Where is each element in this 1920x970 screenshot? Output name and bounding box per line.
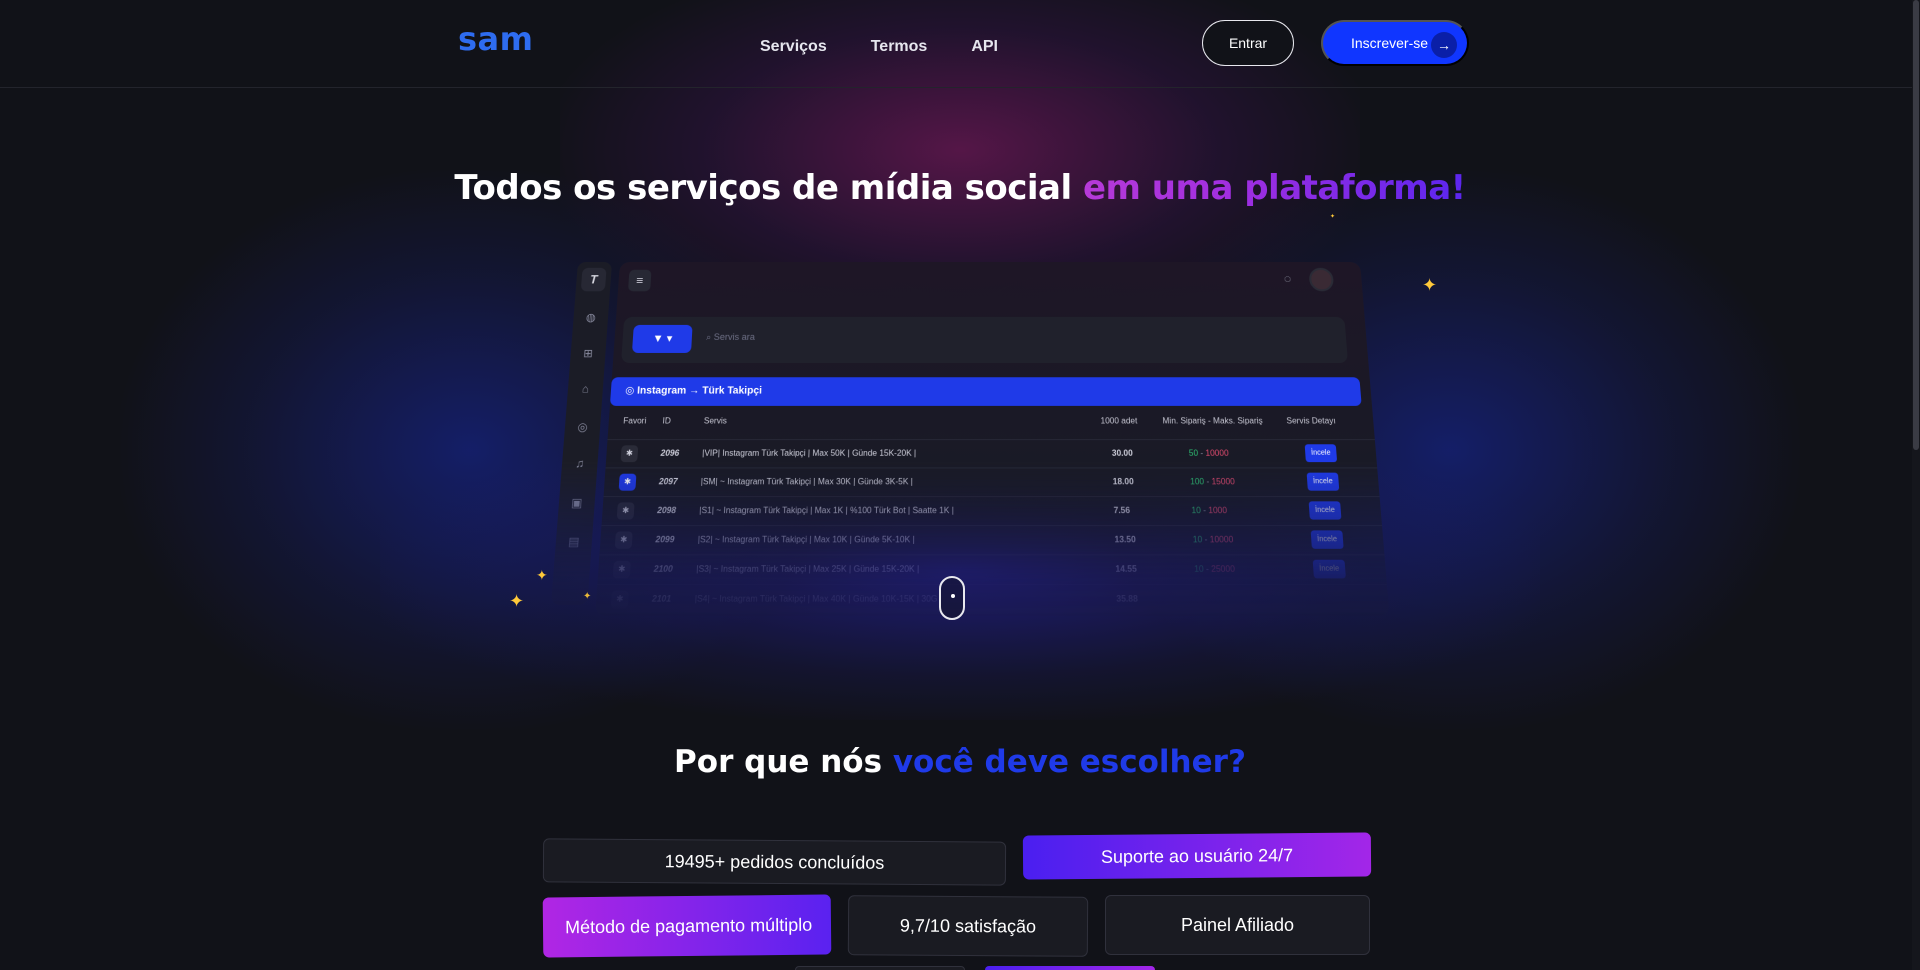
- top-navbar: sam Serviços Termos API Entrar Inscrever…: [0, 0, 1920, 88]
- row-minmax: 50 - 10000: [1188, 448, 1229, 458]
- sparkle-icon: ✦: [1422, 275, 1438, 295]
- feature-payment: Método de pagamento múltiplo: [542, 894, 832, 958]
- row-price: 35.88: [1116, 593, 1138, 604]
- feature-support: Suporte ao usuário 24/7: [1022, 832, 1372, 880]
- page-scrollbar[interactable]: [1912, 0, 1920, 970]
- col-detail: Servis Detayı: [1286, 416, 1336, 426]
- hero-title-plain: Todos os serviços de mídia social: [454, 168, 1083, 208]
- orders-icon: ⌂: [581, 383, 590, 396]
- col-service: Servis: [703, 416, 728, 426]
- col-price: 1000 adet: [1100, 416, 1138, 426]
- preview-logo-icon: T: [580, 267, 607, 292]
- feature-satisfaction: 9,7/10 satisfação: [847, 895, 1089, 957]
- feature-card-partial: [985, 966, 1155, 970]
- filter-icon: ▼ ▾: [631, 324, 693, 353]
- row-minmax: 10 - 1000: [1191, 505, 1228, 516]
- detail-button: İncele: [1304, 444, 1338, 463]
- arrow-right-icon: →: [1431, 32, 1457, 58]
- avatar: [1308, 267, 1335, 292]
- row-price: 18.00: [1112, 476, 1134, 487]
- row-minmax: 100 - 15000: [1189, 476, 1236, 487]
- favorite-icon: ✱: [618, 473, 637, 491]
- col-favorite: Favori: [622, 416, 647, 426]
- row-id: 2100: [653, 564, 673, 575]
- row-id: 2099: [655, 534, 675, 545]
- scroll-down-indicator[interactable]: [939, 576, 965, 620]
- row-price: 30.00: [1111, 448, 1133, 458]
- detail-button: İncele: [1310, 530, 1344, 549]
- hero-title: Todos os serviços de mídia social em uma…: [0, 168, 1920, 208]
- favorite-icon: ✱: [620, 445, 639, 463]
- why-title: Por que nós você deve escolher?: [0, 744, 1920, 780]
- nav-links: Serviços Termos API: [760, 38, 998, 56]
- favorite-icon: ✱: [612, 560, 631, 579]
- nav-link-terms[interactable]: Termos: [871, 38, 928, 56]
- row-price: 14.55: [1115, 564, 1137, 575]
- dashboard-icon: ◍: [585, 311, 597, 324]
- login-button[interactable]: Entrar: [1202, 20, 1294, 66]
- row-service-name: |S1| ~ Instagram Türk Takipçi | Max 1K |…: [699, 505, 954, 516]
- feature-affiliate: Painel Afiliado: [1105, 895, 1370, 955]
- api-icon: ▤: [567, 535, 580, 549]
- table-row: ✱ 2098 |S1| ~ Instagram Türk Takipçi | Max…: [601, 496, 1382, 525]
- row-service-name: |S4| ~ Instagram Türk Takipçi | Max 40K …: [694, 593, 938, 604]
- instagram-icon: ◎: [624, 385, 638, 397]
- col-minmax: Min. Sipariş - Maks. Sipariş: [1162, 416, 1263, 426]
- row-id: 2097: [658, 476, 678, 487]
- detail-button: İncele: [1308, 501, 1342, 520]
- why-title-highlight: você deve escolher?: [892, 744, 1246, 780]
- language-icon: ◌: [1283, 271, 1292, 286]
- brand-logo[interactable]: sam: [458, 20, 533, 58]
- scrollbar-thumb[interactable]: [1913, 0, 1919, 450]
- row-service-name: |SM| ~ Instagram Türk Takipçi | Max 30K …: [700, 476, 913, 487]
- table-row: ✱ 2096 |VIP| Instagram Türk Takipçi | Max …: [605, 439, 1378, 468]
- feature-card-partial: [795, 966, 965, 970]
- row-price: 13.50: [1114, 534, 1136, 545]
- wallet-icon: ◎: [577, 421, 588, 434]
- row-minmax: 10 - 25000: [1193, 564, 1236, 575]
- row-minmax: 10 - 10000: [1192, 534, 1234, 545]
- favorite-icon: ✱: [610, 590, 629, 609]
- detail-button: İncele: [1306, 472, 1340, 491]
- services-icon: ⊞: [582, 347, 594, 361]
- hero-title-highlight: em uma plataforma!: [1082, 168, 1466, 208]
- favorite-icon: ✱: [614, 531, 633, 549]
- col-id: ID: [662, 416, 672, 426]
- preview-search-placeholder: ⌕ Servis ara: [705, 331, 756, 342]
- table-row: ✱ 2100 |S3| ~ Instagram Türk Takipçi | Max…: [597, 554, 1387, 584]
- support-icon: ♫: [574, 457, 585, 471]
- sparkle-icon: ✦: [1330, 214, 1336, 220]
- favorite-icon: ✱: [616, 502, 635, 520]
- signup-button-label: Inscrever-se: [1351, 35, 1429, 51]
- table-row: ✱ 2099 |S2| ~ Instagram Türk Takipçi | Max…: [599, 524, 1385, 555]
- preview-search-bar: ▼ ▾ ⌕ Servis ara: [621, 316, 1349, 364]
- row-service-name: |S3| ~ Instagram Türk Takipçi | Max 25K …: [696, 564, 920, 575]
- row-id: 2101: [651, 593, 672, 604]
- row-id: 2098: [656, 505, 677, 516]
- table-row: ✱ 2101 |S4| ~ Instagram Türk Takipçi | Max…: [595, 583, 1390, 614]
- nav-link-api[interactable]: API: [971, 38, 998, 56]
- preview-main: ≡ ◌ ▼ ▾ ⌕ Servis ara ◎ Instagram → Türk …: [595, 262, 1390, 617]
- detail-button: İncele: [1312, 559, 1346, 579]
- table-row: ✱ 2097 |SM| ~ Instagram Türk Takipçi | Max…: [603, 467, 1380, 497]
- signup-button[interactable]: Inscrever-se →: [1321, 20, 1469, 66]
- nav-link-services[interactable]: Serviços: [760, 38, 827, 56]
- menu-icon: ≡: [628, 269, 652, 292]
- row-price: 7.56: [1113, 505, 1131, 516]
- row-service-name: |S2| ~ Instagram Türk Takipçi | Max 10K …: [697, 534, 915, 545]
- preview-category-bar: ◎ Instagram → Türk Takipçi: [609, 377, 1362, 406]
- preview-table-body: ✱ 2096 |VIP| Instagram Türk Takipçi | Max …: [595, 439, 1390, 614]
- feature-orders: 19495+ pedidos concluídos: [542, 838, 1007, 886]
- affiliate-icon: ▣: [570, 497, 583, 510]
- why-title-plain: Por que nós: [674, 744, 893, 780]
- scroll-dot: [951, 594, 955, 598]
- row-service-name: |VIP| Instagram Türk Takipçi | Max 50K |…: [701, 448, 917, 458]
- row-id: 2096: [660, 448, 680, 458]
- preview-table-header: Favori ID Servis 1000 adet Min. Sipariş …: [608, 416, 1375, 435]
